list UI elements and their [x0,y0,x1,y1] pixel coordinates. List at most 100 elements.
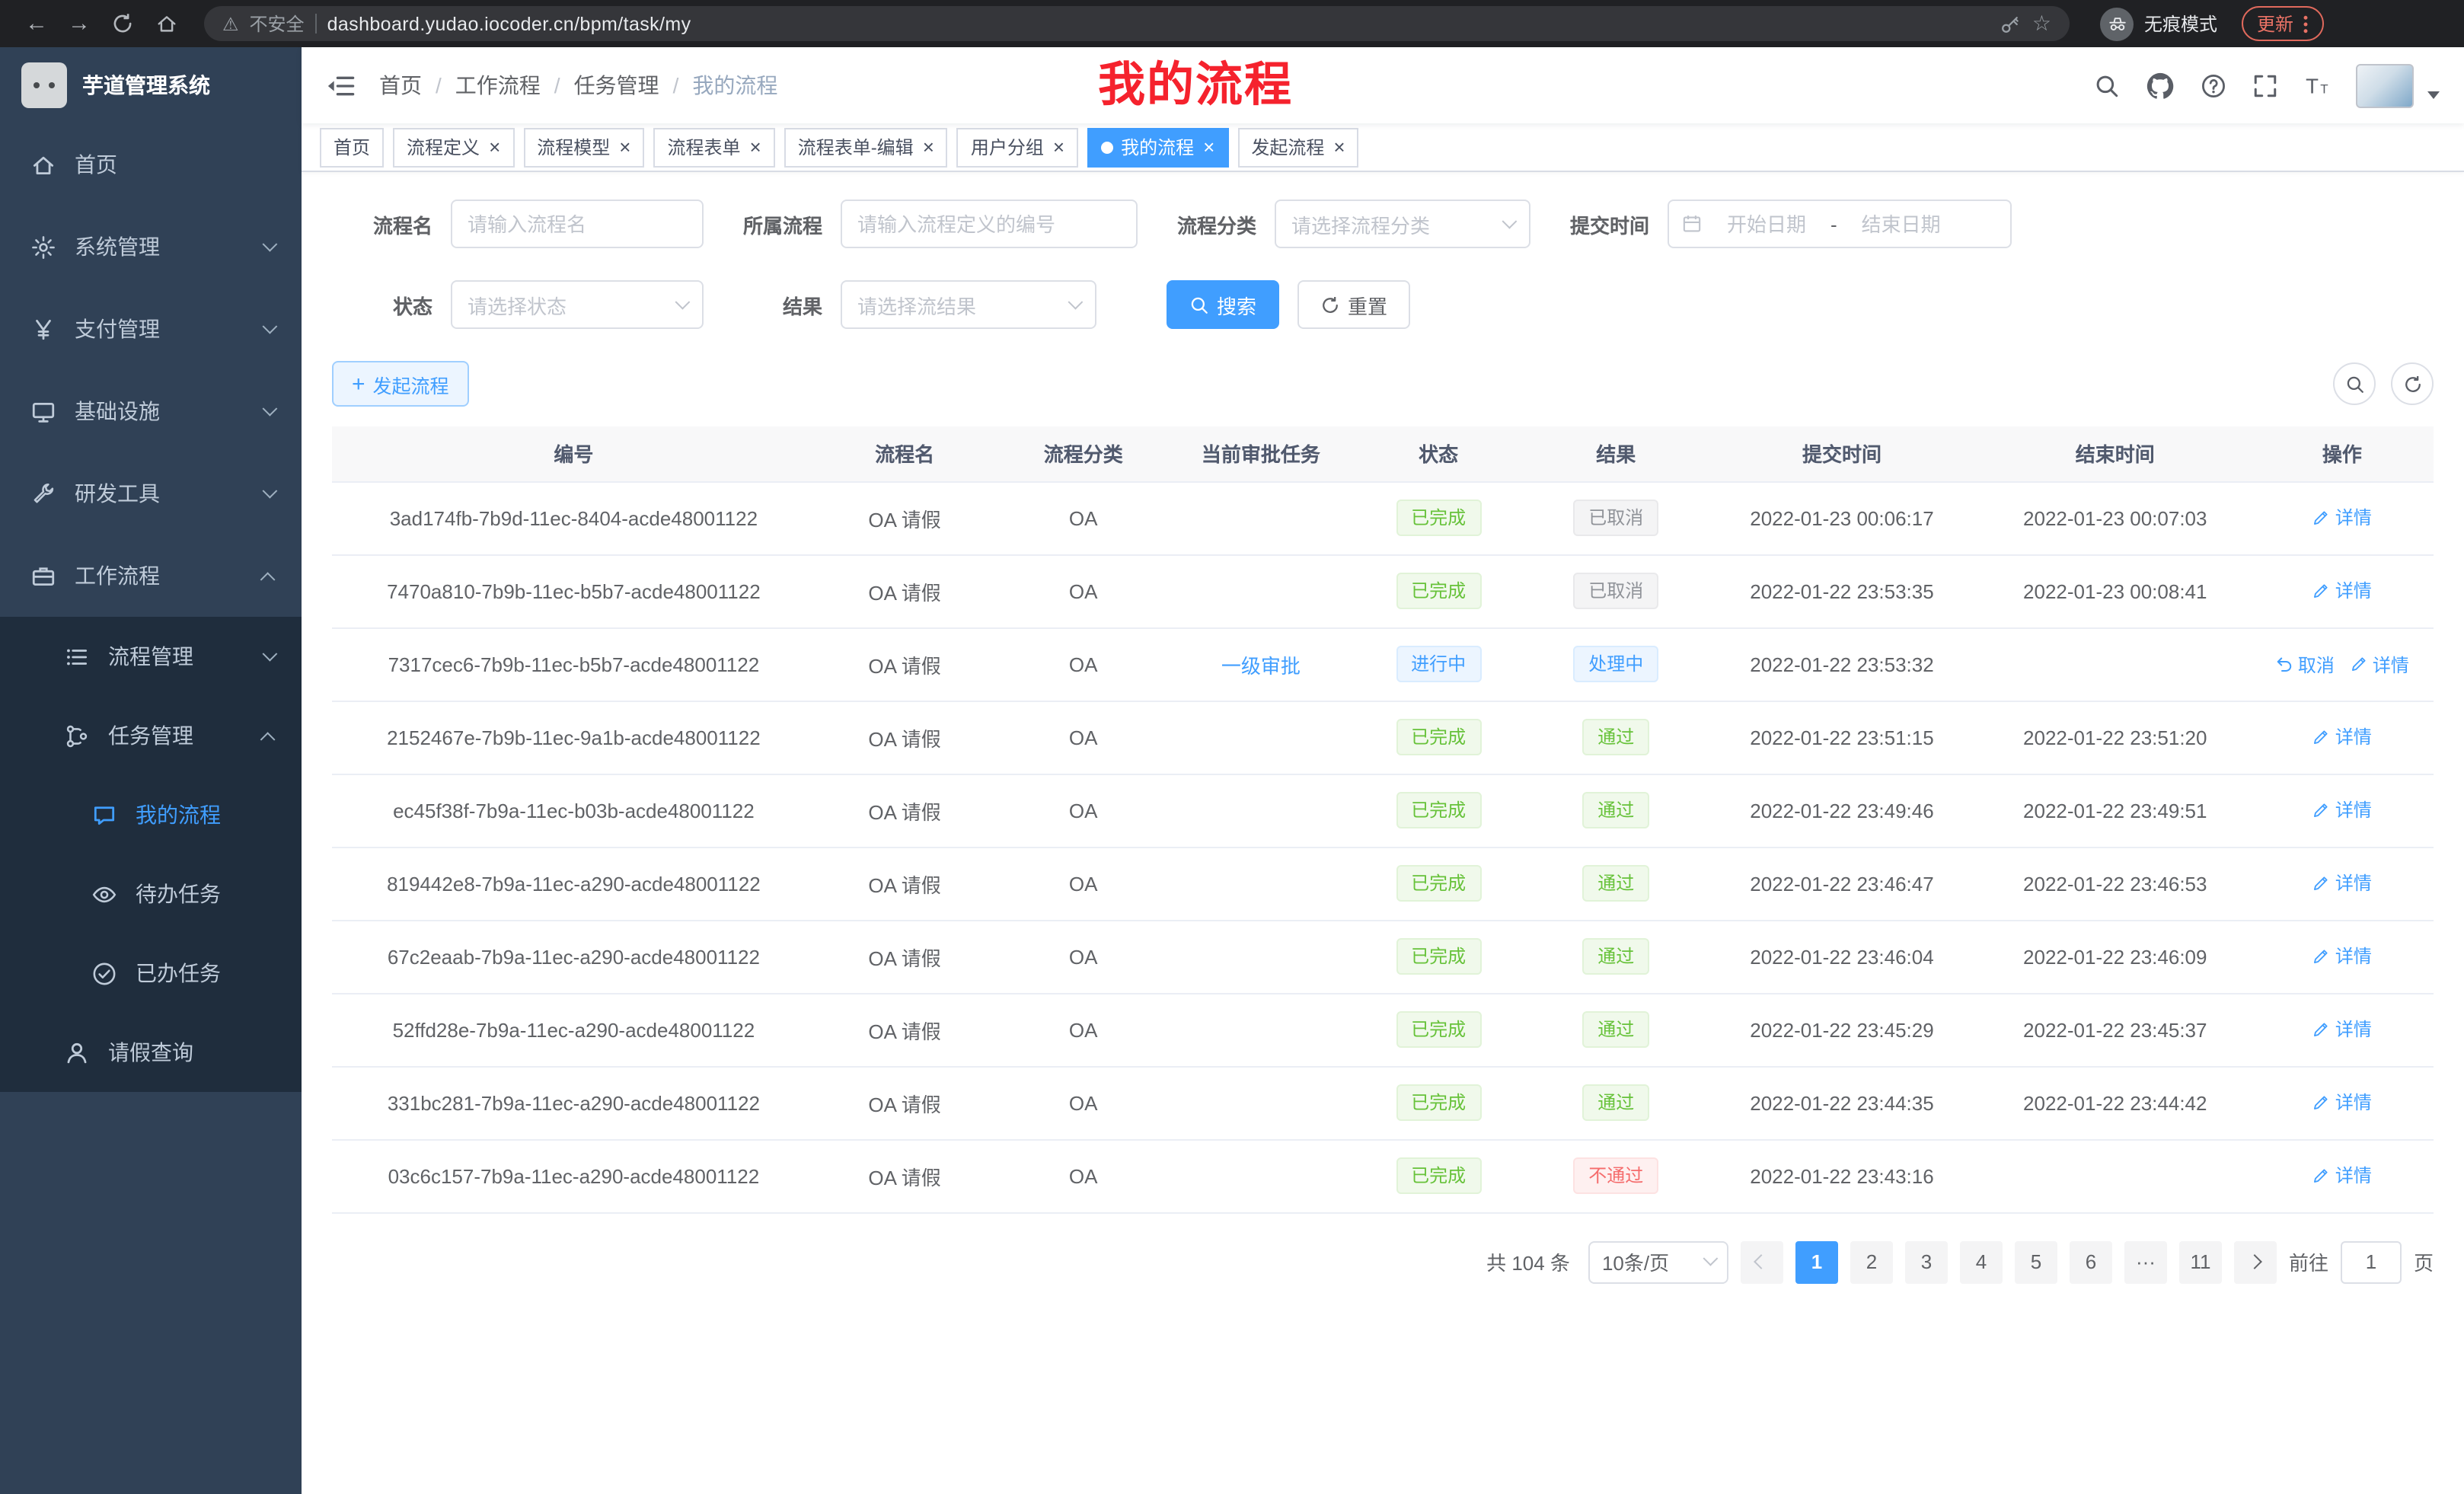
cancel-link[interactable]: 取消 [2275,651,2335,677]
search-icon[interactable] [2094,72,2120,98]
page-button-5[interactable]: 5 [2015,1240,2057,1283]
avatar[interactable] [2356,63,2414,107]
goto-unit: 页 [2414,1247,2434,1276]
bookmark-star-icon[interactable]: ☆ [2032,11,2051,37]
close-icon[interactable]: × [489,137,500,157]
sidebar-item-label: 待办任务 [136,879,221,909]
font-size-icon[interactable] [2304,72,2330,98]
address-bar[interactable]: ⚠ 不安全 dashboard.yudao.iocoder.cn/bpm/tas… [204,6,2070,41]
sidebar-item-home[interactable]: 首页 [0,123,302,206]
sidebar-item-process-mgmt[interactable]: 流程管理 [0,617,302,696]
sidebar-item-my-process[interactable]: 我的流程 [0,775,302,854]
detail-link[interactable]: 详情 [2312,1017,2372,1042]
edit-icon [2312,728,2331,746]
breadcrumb-item[interactable]: 工作流程 [455,70,541,101]
detail-link[interactable]: 详情 [2312,505,2372,531]
tab-home[interactable]: 首页 [320,127,384,167]
detail-link[interactable]: 详情 [2312,578,2372,604]
end-date-input[interactable] [1843,212,1959,235]
cell-id: 3ad174fb-7b9d-11ec-8404-acde48001122 [332,481,815,554]
prev-page-button[interactable] [1741,1240,1783,1283]
result-label: 结果 [722,290,841,319]
page-size-select[interactable]: 10条/页 [1588,1240,1728,1283]
page-button-2[interactable]: 2 [1850,1240,1893,1283]
cell-task [1173,701,1349,774]
submit-time-range[interactable]: - [1668,200,2012,248]
detail-link[interactable]: 详情 [2312,724,2372,750]
close-icon[interactable]: × [1203,137,1214,157]
owner-process-input[interactable] [857,212,1121,235]
close-icon[interactable]: × [923,137,934,157]
detail-link[interactable]: 详情 [2312,1090,2372,1116]
process-name-input[interactable] [468,212,687,235]
range-separator: - [1830,212,1837,235]
app-logo-row[interactable]: 芋道管理系统 [0,47,302,123]
detail-link[interactable]: 详情 [2350,651,2409,677]
refresh-table-button[interactable] [2391,362,2434,405]
category-select[interactable]: 请选择流程分类 [1275,200,1530,248]
cell-end: 2022-01-22 23:44:42 [1980,1066,2251,1139]
back-icon[interactable]: ← [18,5,55,42]
sidebar-item-system[interactable]: 系统管理 [0,206,302,288]
sidebar-item-todo-tasks[interactable]: 待办任务 [0,854,302,934]
tab-my-process[interactable]: 我的流程 × [1087,127,1228,167]
page-button-6[interactable]: 6 [2070,1240,2112,1283]
cell-status: 已完成 [1349,1066,1528,1139]
page-button-11[interactable]: 11 [2179,1240,2222,1283]
sidebar-item-infrastructure[interactable]: 基础设施 [0,370,302,452]
close-icon[interactable]: × [1333,137,1345,157]
col-current-task: 当前审批任务 [1173,426,1349,481]
tab-start-process[interactable]: 发起流程 × [1237,127,1358,167]
detail-link[interactable]: 详情 [2312,797,2372,823]
reset-button[interactable]: 重置 [1297,280,1410,329]
close-icon[interactable]: × [750,137,761,157]
github-icon[interactable] [2146,71,2175,100]
detail-link[interactable]: 详情 [2312,1163,2372,1189]
breadcrumb-item[interactable]: 首页 [379,70,422,101]
tab-process-form-edit[interactable]: 流程表单-编辑 × [784,127,948,167]
url-text[interactable]: dashboard.yudao.iocoder.cn/bpm/task/my [327,13,691,34]
next-page-button[interactable] [2234,1240,2277,1283]
toggle-search-button[interactable] [2333,362,2376,405]
close-icon[interactable]: × [619,137,630,157]
sidebar-item-workflow[interactable]: 工作流程 [0,535,302,617]
tab-process-definition[interactable]: 流程定义 × [393,127,514,167]
goto-page-input[interactable] [2341,1240,2402,1283]
forward-icon[interactable]: → [61,5,97,42]
breadcrumb-item[interactable]: 任务管理 [574,70,659,101]
current-task-link[interactable]: 一级审批 [1221,654,1301,677]
tab-process-form[interactable]: 流程表单 × [653,127,774,167]
page-button-3[interactable]: 3 [1905,1240,1948,1283]
fullscreen-icon[interactable] [2252,72,2278,98]
caret-down-icon[interactable] [2427,91,2440,98]
cell-status: 已完成 [1349,1139,1528,1212]
close-icon[interactable]: × [1053,137,1064,157]
sidebar-item-payment[interactable]: 支付管理 [0,288,302,370]
home-icon[interactable] [155,12,178,35]
status-select[interactable]: 请选择状态 [451,280,704,329]
password-key-icon[interactable] [2000,13,2022,34]
security-label[interactable]: 不安全 [250,11,305,37]
page-button-4[interactable]: 4 [1960,1240,2003,1283]
tab-process-model[interactable]: 流程模型 × [523,127,644,167]
tab-user-group[interactable]: 用户分组 × [957,127,1078,167]
pagination-ellipsis[interactable]: ··· [2124,1240,2167,1283]
search-button[interactable]: 搜索 [1167,280,1279,329]
page-button-1[interactable]: 1 [1795,1240,1838,1283]
detail-link[interactable]: 详情 [2312,870,2372,896]
help-icon[interactable] [2201,72,2226,98]
start-date-input[interactable] [1709,212,1824,235]
create-process-button[interactable]: + 发起流程 [332,361,469,407]
update-button[interactable]: 更新 [2242,6,2324,41]
sidebar-item-done-tasks[interactable]: 已办任务 [0,934,302,1013]
sidebar-item-leave-query[interactable]: 请假查询 [0,1013,302,1092]
sidebar-item-devtools[interactable]: 研发工具 [0,452,302,535]
sidebar-fold-icon[interactable] [326,71,355,100]
detail-link[interactable]: 详情 [2312,943,2372,969]
browser-menu-dots-icon[interactable] [2303,13,2309,34]
cell-result: 通过 [1527,847,1704,920]
reload-icon[interactable] [111,12,134,35]
sidebar-item-task-mgmt[interactable]: 任务管理 [0,696,302,775]
result-badge: 通过 [1582,1011,1649,1048]
result-select[interactable]: 请选择流结果 [841,280,1096,329]
